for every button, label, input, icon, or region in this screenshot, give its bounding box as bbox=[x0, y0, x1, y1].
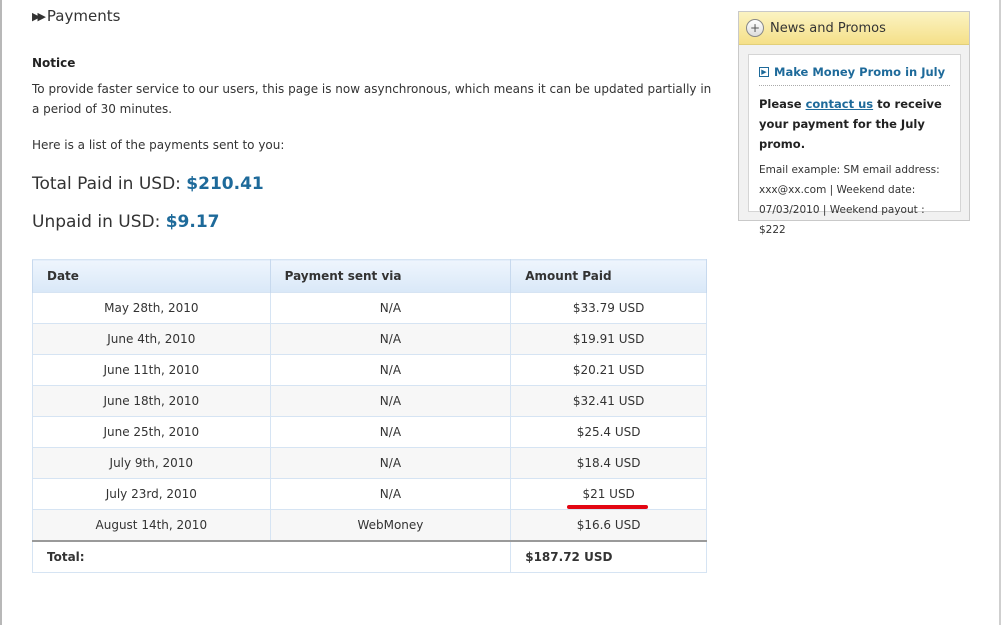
cell-date: June 18th, 2010 bbox=[32, 385, 271, 417]
arrow-box-icon: ▶ bbox=[759, 67, 769, 77]
cell-via: N/A bbox=[269, 292, 512, 324]
cell-date: July 9th, 2010 bbox=[32, 447, 271, 479]
total-value: $187.72 USD bbox=[510, 539, 707, 573]
cell-date: July 23rd, 2010 bbox=[32, 478, 271, 510]
promo-link[interactable]: ▶ Make Money Promo in July bbox=[759, 65, 950, 86]
total-label: Total: bbox=[31, 539, 512, 573]
total-paid-value: $210.41 bbox=[186, 174, 264, 194]
cell-amount: $16.6 USD bbox=[510, 509, 707, 541]
table-row: June 25th, 2010 N/A $25.4 USD bbox=[32, 416, 707, 448]
list-intro: Here is a list of the payments sent to y… bbox=[32, 138, 285, 152]
cell-date: May 28th, 2010 bbox=[32, 292, 271, 324]
cell-date: August 14th, 2010 bbox=[32, 509, 271, 541]
promo-body: Please contact us to receive your paymen… bbox=[759, 94, 950, 154]
plus-circle-icon[interactable]: + bbox=[746, 19, 764, 37]
unpaid-line: Unpaid in USD: $9.17 bbox=[32, 212, 219, 232]
unpaid-value: $9.17 bbox=[165, 212, 220, 232]
unpaid-label: Unpaid in USD: bbox=[32, 212, 161, 232]
table-row: July 9th, 2010 N/A $18.4 USD bbox=[32, 447, 707, 479]
notice-title: Notice bbox=[32, 56, 76, 70]
header-amount: Amount Paid bbox=[510, 259, 707, 293]
promo-text-before: Please bbox=[759, 97, 802, 111]
cell-date: June 25th, 2010 bbox=[32, 416, 271, 448]
cell-date: June 11th, 2010 bbox=[32, 354, 271, 386]
cell-via: N/A bbox=[269, 323, 512, 355]
header-payment-via: Payment sent via bbox=[269, 259, 512, 293]
cell-via: N/A bbox=[269, 416, 512, 448]
red-underline-annotation bbox=[567, 505, 648, 509]
contact-us-link[interactable]: contact us bbox=[806, 97, 874, 111]
payments-table: Date Payment sent via Amount Paid May 28… bbox=[31, 259, 707, 573]
total-paid-label: Total Paid in USD: bbox=[32, 174, 181, 194]
double-chevron-icon: ▶▶ bbox=[32, 9, 46, 23]
table-row: June 4th, 2010 N/A $19.91 USD bbox=[32, 323, 707, 355]
table-row: May 28th, 2010 N/A $33.79 USD bbox=[32, 292, 707, 324]
cell-via: N/A bbox=[269, 354, 512, 386]
cell-amount: $32.41 USD bbox=[510, 385, 707, 417]
news-promos-title: News and Promos bbox=[770, 20, 886, 36]
cell-amount: $19.91 USD bbox=[510, 323, 707, 355]
header-date: Date bbox=[32, 259, 271, 293]
cell-amount: $25.4 USD bbox=[510, 416, 707, 448]
news-promos-header: + News and Promos bbox=[739, 12, 969, 45]
page-title: ▶▶ Payments bbox=[32, 7, 120, 25]
cell-via: N/A bbox=[269, 478, 512, 510]
promo-note: Email example: SM email address: xxx@xx.… bbox=[759, 164, 940, 236]
total-paid-line: Total Paid in USD: $210.41 bbox=[32, 174, 264, 194]
promo-panel: ▶ Make Money Promo in July Please contac… bbox=[748, 54, 961, 236]
page-title-text: Payments bbox=[46, 7, 121, 25]
cell-amount: $18.4 USD bbox=[510, 447, 707, 479]
cell-via: WebMoney bbox=[269, 509, 512, 541]
notice-text: To provide faster service to our users, … bbox=[32, 82, 712, 116]
table-row: August 14th, 2010 WebMoney $16.6 USD bbox=[32, 509, 707, 541]
cell-amount: $20.21 USD bbox=[510, 354, 707, 386]
promo-link-text[interactable]: Make Money Promo in July bbox=[774, 65, 945, 79]
cell-via: N/A bbox=[269, 447, 512, 479]
table-row: June 18th, 2010 N/A $32.41 USD bbox=[32, 385, 707, 417]
table-total-row: Total: $187.72 USD bbox=[31, 539, 707, 573]
cell-via: N/A bbox=[269, 385, 512, 417]
table-header-row: Date Payment sent via Amount Paid bbox=[32, 259, 707, 293]
table-row: June 11th, 2010 N/A $20.21 USD bbox=[32, 354, 707, 386]
cell-date: June 4th, 2010 bbox=[32, 323, 271, 355]
cell-amount: $33.79 USD bbox=[510, 292, 707, 324]
news-promos-box: + News and Promos ▶ Make Money Promo in … bbox=[738, 11, 970, 236]
